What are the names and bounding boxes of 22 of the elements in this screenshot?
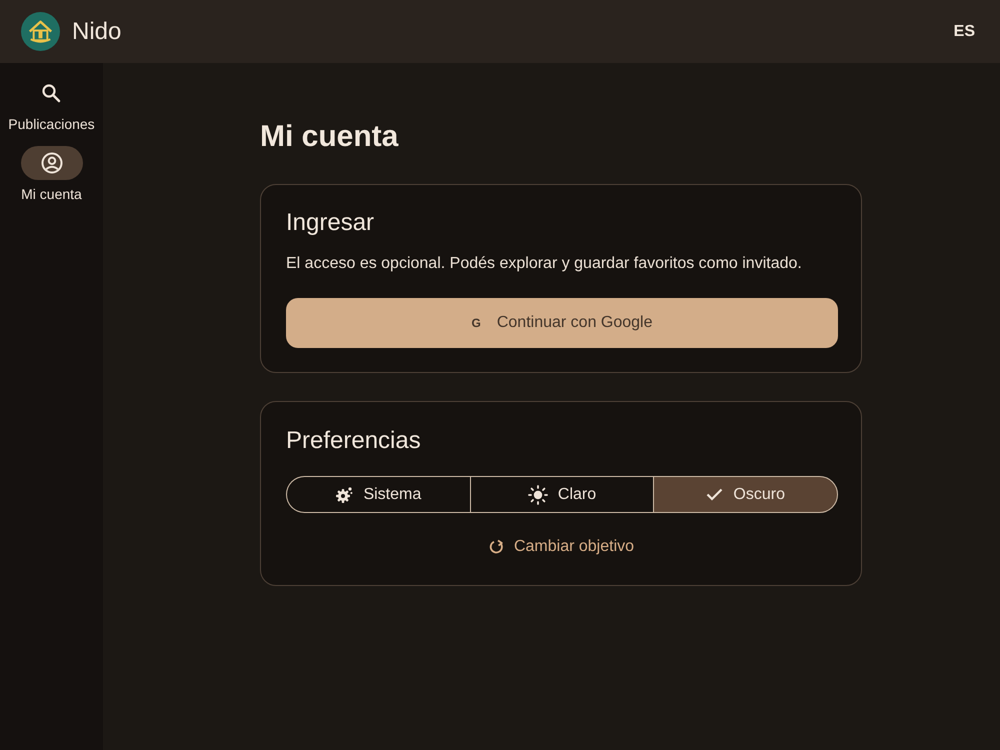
search-icon — [41, 83, 62, 103]
page-title: Mi cuenta — [260, 119, 398, 155]
theme-segment[interactable]: Claro — [470, 476, 654, 513]
google-sign-in-button[interactable]: G Continuar con Google — [286, 298, 838, 348]
language-button[interactable]: ES — [954, 20, 975, 44]
account-icon — [40, 152, 62, 174]
refresh-icon — [488, 539, 504, 555]
g-letter-icon: G — [472, 316, 481, 330]
theme-segment[interactable]: Sistema — [286, 476, 470, 513]
change-goal-link[interactable]: Cambiar objetivo — [488, 535, 634, 559]
check-icon — [706, 488, 724, 501]
nav-item[interactable]: Publicaciones — [8, 76, 95, 134]
card-title: Preferencias — [286, 426, 421, 456]
gear-icon — [335, 486, 354, 504]
app-title: Nido — [72, 16, 122, 46]
nav-label: Publicaciones — [8, 115, 95, 134]
card-title: Ingresar — [286, 208, 374, 238]
house-logo-icon — [21, 12, 60, 51]
sun-icon — [528, 484, 548, 504]
nav-label: Mi cuenta — [21, 185, 82, 204]
theme-segment[interactable]: Oscuro — [653, 476, 838, 513]
card-description: El acceso es opcional. Podés explorar y guardar favoritos como invitado. — [286, 254, 802, 274]
